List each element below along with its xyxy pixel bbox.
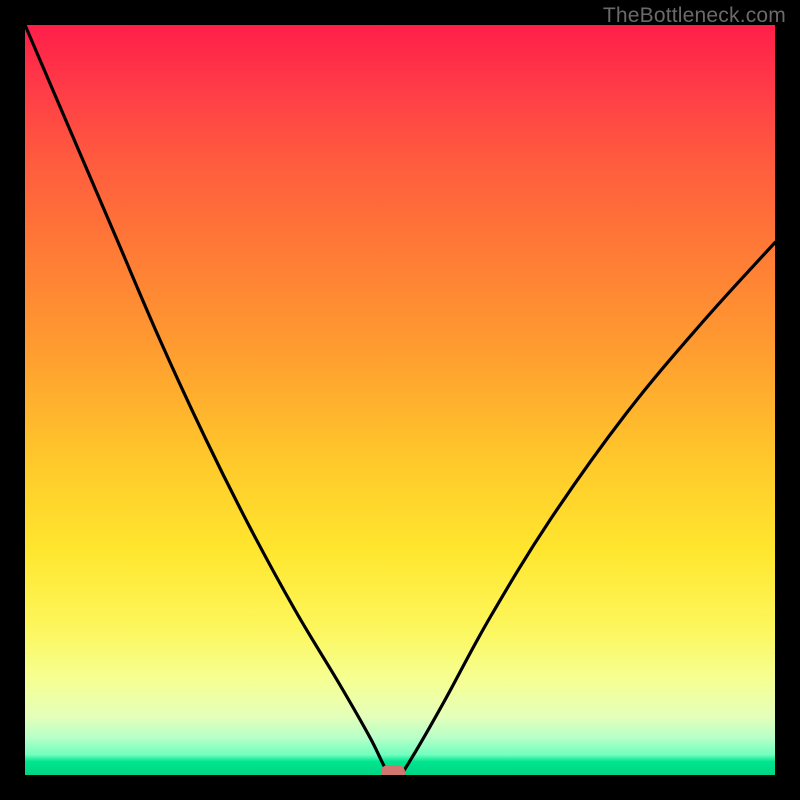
plot-area [25,25,775,775]
bottleneck-curve [25,25,775,775]
chart-frame: TheBottleneck.com [0,0,800,800]
optimal-point-marker [381,765,405,775]
